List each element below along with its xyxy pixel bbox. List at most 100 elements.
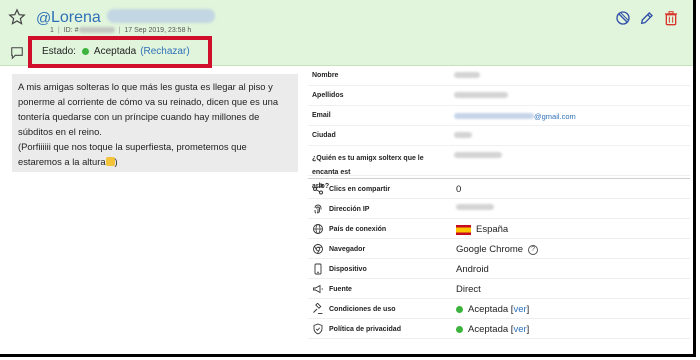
email-value[interactable]: @gmail.com <box>454 112 576 121</box>
info-value: Direct <box>456 284 481 295</box>
megaphone-icon <box>313 284 323 294</box>
country-value: España <box>476 224 509 235</box>
info-label: País de conexión <box>329 226 387 233</box>
blurred-value <box>454 152 502 158</box>
info-row-dispositivo: Dispositivo Android <box>308 259 690 279</box>
info-value: Aceptada [ver] <box>456 304 529 315</box>
entry-panel: @ Lorena 1 | ID: # | 17 Sep 2019, 23:58 h <box>0 0 696 357</box>
detail-label: Ciudad <box>312 132 336 139</box>
edit-icon[interactable] <box>639 10 655 26</box>
meta-separator: | <box>57 27 60 34</box>
reject-link[interactable]: (Rechazar) <box>140 46 189 57</box>
info-value: 0 <box>456 184 462 195</box>
bracket-close: ] <box>526 324 530 335</box>
chrome-icon <box>313 244 323 254</box>
detail-value-blurred <box>454 132 472 140</box>
meta-separator: | <box>118 27 121 34</box>
share-icon <box>313 183 323 195</box>
blurred-surname <box>106 9 215 23</box>
blurred-id <box>78 27 115 33</box>
status-value: Aceptada <box>93 46 137 57</box>
message-line: estaremos a la altura <box>18 156 106 167</box>
block-icon[interactable] <box>615 10 631 26</box>
info-row-condiciones: Condiciones de uso Aceptada [ver] <box>308 299 690 319</box>
detail-label: Nombre <box>312 72 339 79</box>
detail-value-blurred <box>454 92 508 100</box>
blurred-value <box>454 113 534 119</box>
participant-name[interactable]: Lorena <box>51 9 215 27</box>
status-dot-icon <box>456 306 463 313</box>
info-value: España <box>456 224 508 235</box>
entry-id-label: ID: # <box>63 27 79 34</box>
info-label: Condiciones de uso <box>329 306 396 313</box>
detail-value-blurred <box>454 152 502 160</box>
participant-message: A mis amigas solteras lo que más les gus… <box>12 74 298 172</box>
message-line: (Porfiiiiii que nos toque la superfiesta… <box>18 141 247 152</box>
info-row-ip: Dirección IP <box>308 199 690 219</box>
info-label: Navegador <box>329 246 366 253</box>
at-sign: @ <box>36 10 52 27</box>
detail-row-ciudad: Ciudad <box>308 126 690 146</box>
detail-row-apellidos: Apellidos <box>308 86 690 106</box>
info-value: Android <box>456 264 489 275</box>
details-panel: Nombre Apellidos Email @gmail.com Ciudad… <box>308 66 690 339</box>
status-label: Estado: <box>42 46 76 57</box>
message-line: ponerme al corriente de cómo va su reina… <box>18 96 279 107</box>
status-highlight-box: Estado: Aceptada (Rechazar) <box>28 36 212 68</box>
detail-label: Apellidos <box>312 92 344 99</box>
globe-icon <box>313 224 323 234</box>
blurred-value <box>456 204 494 210</box>
mobile-device-icon <box>314 263 322 275</box>
bracket-close: ] <box>526 304 530 315</box>
shield-check-icon <box>313 323 323 335</box>
message-line: A mis amigas solteras lo que más les gus… <box>18 81 273 92</box>
info-label: Fuente <box>329 286 352 293</box>
info-value: Google Chrome? <box>456 244 539 255</box>
info-row-fuente: Fuente Direct <box>308 279 690 299</box>
info-value-blurred <box>456 204 494 210</box>
info-label: Política de privacidad <box>329 326 401 333</box>
accepted-value: Aceptada <box>468 304 509 315</box>
gavel-icon <box>313 303 323 314</box>
detail-row-nombre: Nombre <box>308 66 690 86</box>
view-privacy-link[interactable]: ver <box>513 324 526 335</box>
participant-first-name: Lorena <box>51 9 101 26</box>
fingerprint-icon <box>314 204 322 214</box>
info-value: Aceptada [ver] <box>456 324 529 335</box>
raised-hands-emoji-icon <box>105 157 115 166</box>
message-closing: ) <box>114 156 118 167</box>
browser-value: Google Chrome <box>456 244 524 255</box>
detail-value-blurred <box>454 72 480 80</box>
blurred-value <box>454 72 480 78</box>
entry-number: 1 <box>50 27 54 34</box>
status-dot-icon <box>81 48 89 55</box>
detail-row-question: ¿Quién es tu amigx solterx que le encant… <box>308 146 690 190</box>
info-row-navegador: Navegador Google Chrome? <box>308 239 690 259</box>
blurred-value <box>454 92 508 98</box>
entry-meta: 1 | ID: # | 17 Sep 2019, 23:58 h <box>50 27 191 34</box>
info-row-clics: Clics en compartir 0 <box>308 179 690 199</box>
info-label: Dirección IP <box>329 206 370 213</box>
header-actions <box>615 10 679 26</box>
info-row-privacidad: Política de privacidad Aceptada [ver] <box>308 319 690 339</box>
email-domain: @gmail.com <box>534 112 576 121</box>
comment-icon[interactable] <box>10 46 24 60</box>
message-line: tontería quedarse con un príncipe cuando… <box>18 111 260 122</box>
status-dot-icon <box>456 326 463 333</box>
blurred-value <box>454 132 472 138</box>
entry-datetime: 17 Sep 2019, 23:58 h <box>124 27 192 34</box>
detail-row-email: Email @gmail.com <box>308 106 690 126</box>
info-label: Clics en compartir <box>329 186 391 193</box>
info-label: Dispositivo <box>329 266 367 273</box>
help-icon[interactable]: ? <box>528 244 539 255</box>
trash-icon[interactable] <box>663 10 679 26</box>
question-line: ¿Quién es tu amigx solterx que le encant… <box>312 155 424 176</box>
accepted-value: Aceptada <box>468 324 509 335</box>
message-line-last: estaremos a la altura) <box>18 154 292 169</box>
status-row: Estado: Aceptada (Rechazar) <box>42 46 190 57</box>
detail-label: Email <box>312 112 331 119</box>
view-terms-link[interactable]: ver <box>513 304 526 315</box>
message-line: súbditos en el reino. <box>18 126 102 137</box>
star-icon[interactable] <box>8 8 26 26</box>
spain-flag-icon <box>456 224 471 235</box>
